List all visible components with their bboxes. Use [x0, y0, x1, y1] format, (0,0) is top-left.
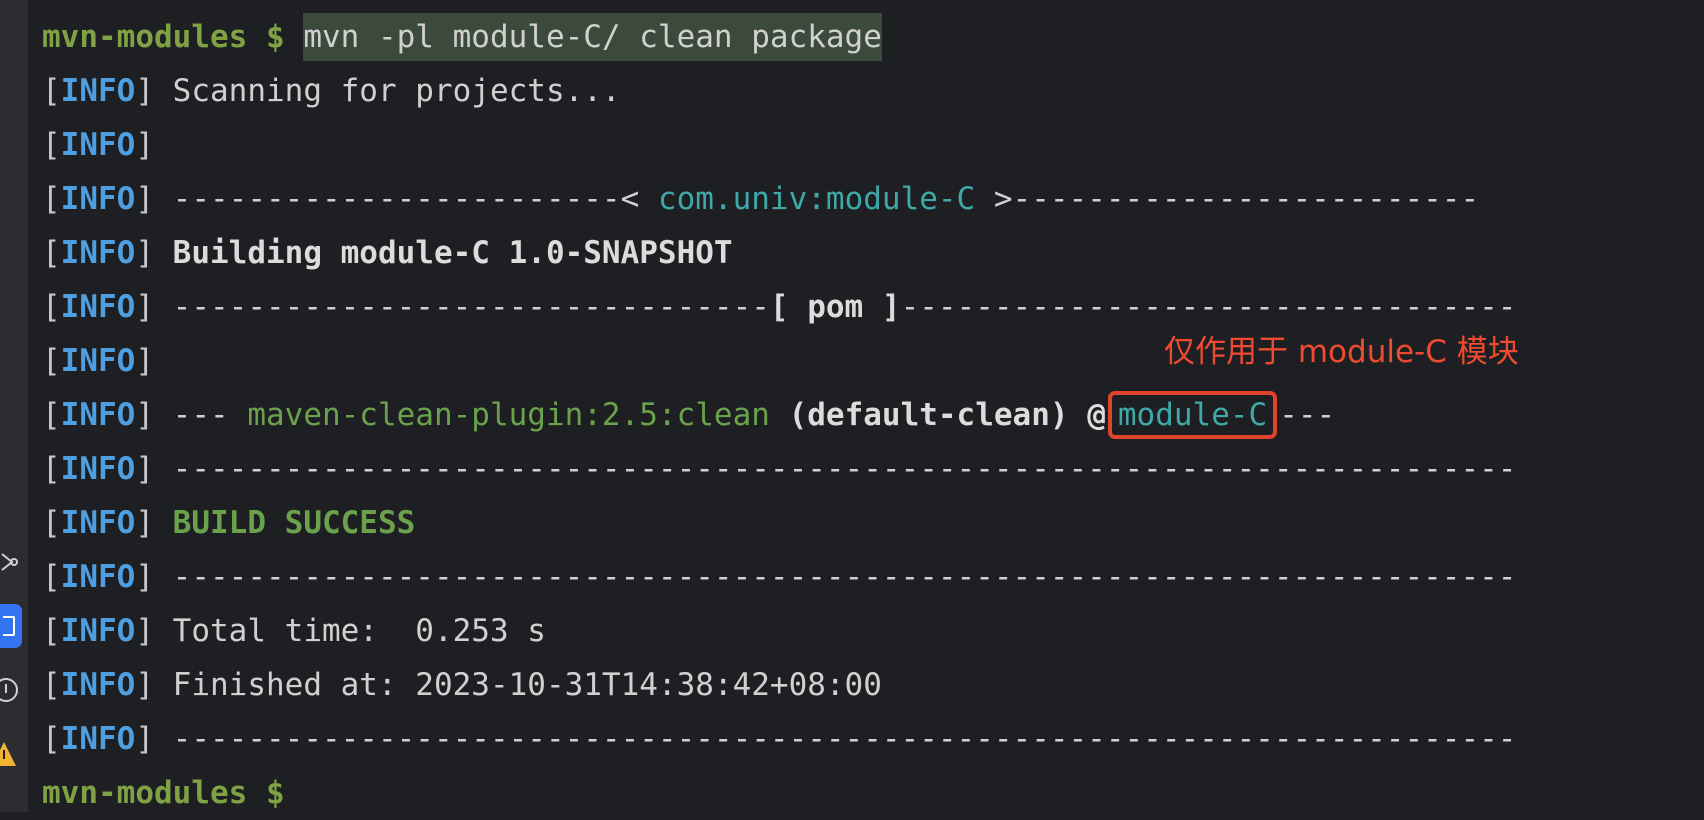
tool-window-sidebar	[0, 0, 28, 812]
total-time: Total time: 0.253 s	[172, 613, 546, 649]
log-level: INFO	[60, 451, 136, 487]
finished-at: Finished at: 2023-10-31T14:38:42+08:00	[172, 667, 882, 703]
info-icon[interactable]	[0, 672, 20, 708]
terminal-output[interactable]: mvn-modules $ mvn -pl module-C/ clean pa…	[42, 10, 1692, 820]
tag-open: [	[42, 289, 61, 325]
tag-close: ]	[135, 451, 154, 487]
header-rule-right: >-------------------------	[975, 181, 1480, 217]
tag-open: [	[42, 559, 61, 595]
log-level: INFO	[60, 613, 136, 649]
log-line-finished-at: [INFO] Finished at: 2023-10-31T14:38:42+…	[42, 658, 1692, 712]
header-rule-left: ------------------------<	[172, 181, 658, 217]
tag-open: [	[42, 613, 61, 649]
tag-open: [	[42, 667, 61, 703]
tag-open: [	[42, 127, 61, 163]
tag-open: [	[42, 73, 61, 109]
artifact-id: com.univ:module-C	[657, 181, 976, 217]
shell-prompt: mvn-modules $	[42, 775, 285, 811]
log-level: INFO	[60, 235, 136, 271]
tag-close: ]	[135, 235, 154, 271]
log-level: INFO	[60, 73, 136, 109]
tag-close: ]	[135, 127, 154, 163]
tag-open: [	[42, 181, 61, 217]
plugin-prefix: ---	[172, 397, 248, 433]
tag-close: ]	[135, 73, 154, 109]
log-message: Scanning for projects...	[172, 73, 621, 109]
pom-rule-left: --------------------------------	[172, 289, 770, 325]
tag-close: ]	[135, 505, 154, 541]
command-line: mvn-modules $ mvn -pl module-C/ clean pa…	[42, 10, 1692, 64]
tag-open: [	[42, 397, 61, 433]
log-level: INFO	[60, 559, 136, 595]
terminal-icon[interactable]	[0, 604, 22, 648]
plugin-goal: maven-clean-plugin:2.5:clean	[247, 397, 770, 433]
log-level: INFO	[60, 667, 136, 703]
tag-open: [	[42, 235, 61, 271]
log-level: INFO	[60, 721, 136, 757]
log-line-plugin: [INFO] --- maven-clean-plugin:2.5:clean …	[42, 388, 1692, 442]
log-line-scanning: [INFO] Scanning for projects...	[42, 64, 1692, 118]
log-level: INFO	[60, 127, 136, 163]
module-highlight-box: module-C	[1107, 391, 1278, 439]
tag-open: [	[42, 505, 61, 541]
log-level: INFO	[60, 289, 136, 325]
annotation-label: 仅作用于 module-C 模块	[1164, 334, 1519, 370]
log-level: INFO	[60, 397, 136, 433]
packaging-label: [ pom ]	[769, 289, 901, 325]
shell-prompt: mvn-modules $	[42, 19, 285, 55]
log-line-result: [INFO] BUILD SUCCESS	[42, 496, 1692, 550]
separator: ----------------------------------------…	[172, 559, 1517, 595]
log-line-total-time: [INFO] Total time: 0.253 s	[42, 604, 1692, 658]
build-result: BUILD SUCCESS	[172, 505, 416, 541]
module-name: module-C	[1117, 397, 1268, 433]
tag-close: ]	[135, 343, 154, 379]
execution-id: (default-clean) @	[769, 397, 1106, 433]
tag-close: ]	[135, 397, 154, 433]
warning-icon[interactable]	[0, 736, 20, 772]
tag-close: ]	[135, 721, 154, 757]
log-line-empty: [INFO]	[42, 118, 1692, 172]
log-level: INFO	[60, 505, 136, 541]
log-line-building: [INFO] Building module-C 1.0-SNAPSHOT	[42, 226, 1692, 280]
log-line-separator: [INFO] ---------------------------------…	[42, 712, 1692, 766]
log-line-project-header: [INFO] ------------------------< com.uni…	[42, 172, 1692, 226]
log-line-separator: [INFO] ---------------------------------…	[42, 442, 1692, 496]
tag-open: [	[42, 721, 61, 757]
tag-close: ]	[135, 613, 154, 649]
tag-open: [	[42, 343, 61, 379]
separator: ----------------------------------------…	[172, 451, 1517, 487]
tag-close: ]	[135, 289, 154, 325]
run-icon[interactable]	[0, 544, 20, 580]
log-level: INFO	[60, 181, 136, 217]
separator: ----------------------------------------…	[172, 721, 1517, 757]
tag-close: ]	[135, 667, 154, 703]
log-line-separator: [INFO] ---------------------------------…	[42, 550, 1692, 604]
command-text[interactable]: mvn -pl module-C/ clean package	[303, 13, 882, 61]
tag-close: ]	[135, 181, 154, 217]
pom-rule-right: ---------------------------------	[900, 289, 1517, 325]
building-message: Building module-C 1.0-SNAPSHOT	[172, 235, 733, 271]
tag-close: ]	[135, 559, 154, 595]
plugin-suffix: ---	[1279, 397, 1336, 433]
log-level: INFO	[60, 343, 136, 379]
tag-open: [	[42, 451, 61, 487]
